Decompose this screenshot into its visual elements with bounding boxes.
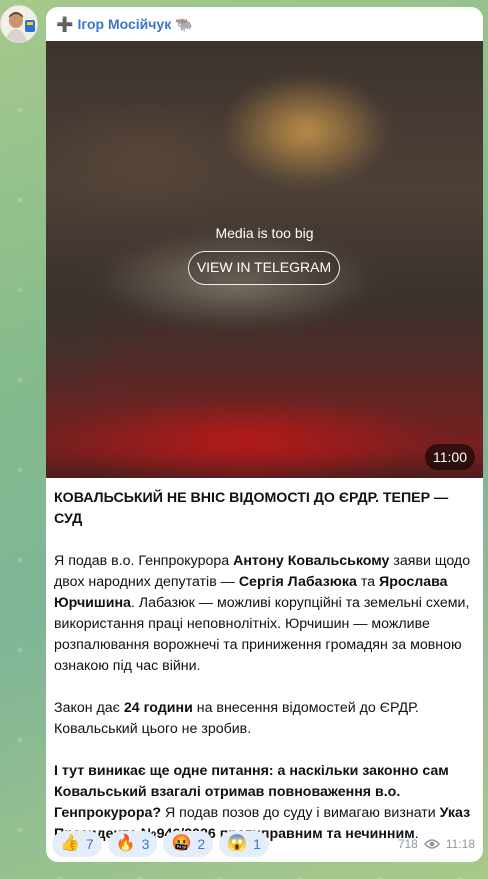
fire-icon: 🔥 <box>115 835 136 852</box>
reaction-fire[interactable]: 🔥 3 <box>107 831 158 857</box>
message-bubble[interactable]: ➕ Ігор Мосійчук 🐃 Media is too big VIEW … <box>46 7 483 862</box>
paragraph-1: Я подав в.о. Генпрокурора Антону Ковальс… <box>54 553 471 674</box>
view-count: 718 <box>397 837 418 851</box>
message-time: 11:18 <box>445 837 475 851</box>
message-footer: 👍 7 🔥 3 🤬 2 😱 1 718 11:18 <box>52 831 475 857</box>
message-text: КОВАЛЬСЬКИЙ НЕ ВНІС ВІДОМОСТІ ДО ЄРДР. Т… <box>46 478 483 845</box>
reaction-thumbs-up[interactable]: 👍 7 <box>52 831 102 857</box>
view-in-telegram-button[interactable]: VIEW IN TELEGRAM <box>188 251 340 285</box>
reaction-angry[interactable]: 🤬 2 <box>163 831 214 857</box>
post-title: КОВАЛЬСЬКИЙ НЕ ВНІС ВІДОМОСТІ ДО ЄРДР. Т… <box>54 490 449 527</box>
thumbs-up-icon: 👍 <box>60 835 80 852</box>
author-name[interactable]: Ігор Мосійчук <box>77 16 171 32</box>
scream-face-icon: 😱 <box>227 835 248 852</box>
reaction-count: 1 <box>253 836 261 852</box>
media-too-big-notice: Media is too big <box>215 225 314 241</box>
reaction-count: 7 <box>85 836 94 852</box>
video-duration: 11:00 <box>425 444 475 470</box>
reaction-scream[interactable]: 😱 1 <box>219 831 269 857</box>
eye-icon <box>423 839 440 849</box>
reaction-count: 2 <box>197 836 206 852</box>
avatar-portrait-icon <box>1 6 37 42</box>
reactions-bar: 👍 7 🔥 3 🤬 2 😱 1 <box>52 831 269 857</box>
reaction-count: 3 <box>141 836 150 852</box>
red-cross-icon: ➕ <box>56 15 74 32</box>
message-author[interactable]: ➕ Ігор Мосійчук 🐃 <box>46 7 483 41</box>
angry-face-icon: 🤬 <box>171 835 192 852</box>
avatar[interactable] <box>0 5 38 43</box>
paragraph-2: Закон дає 24 години на внесення відомост… <box>54 700 419 737</box>
bison-emoji-icon: 🐃 <box>175 15 193 32</box>
message-meta: 718 11:18 <box>398 837 475 851</box>
video-preview[interactable]: Media is too big VIEW IN TELEGRAM 11:00 <box>46 41 483 478</box>
